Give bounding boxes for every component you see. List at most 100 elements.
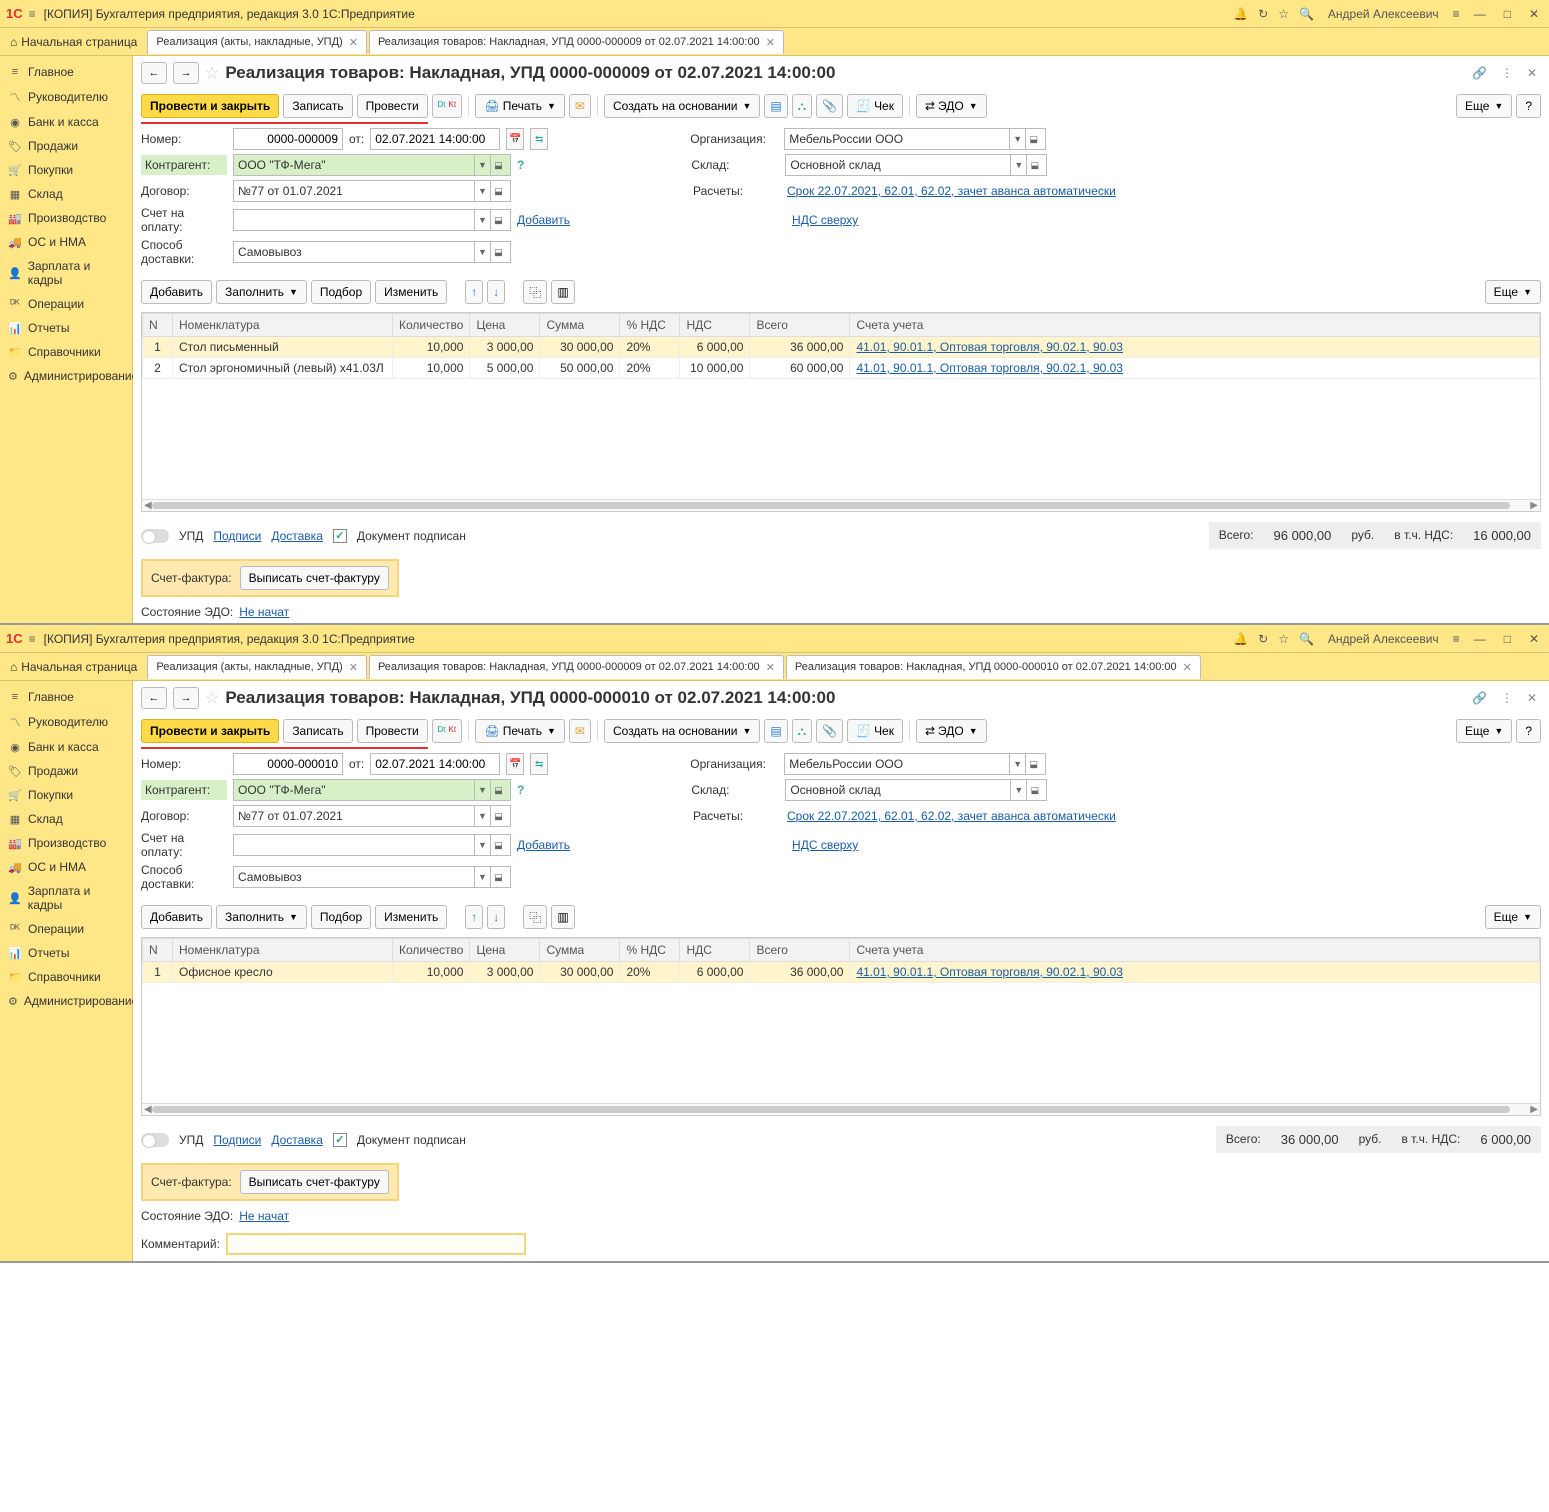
close-icon[interactable]: ✕ xyxy=(1523,66,1541,80)
add-row-button[interactable]: Добавить xyxy=(141,905,212,929)
home-tab[interactable]: ⌂ Начальная страница xyxy=(0,28,147,55)
calendar-icon[interactable]: 📅 xyxy=(506,753,524,775)
sidebar-item-warehouse[interactable]: ▦Склад xyxy=(0,182,132,206)
list-button[interactable]: ▤ xyxy=(764,94,787,118)
post-close-button[interactable]: Провести и закрыть xyxy=(141,719,279,743)
post-button[interactable]: Провести xyxy=(357,719,428,743)
col-nom[interactable]: Номенклатура xyxy=(173,939,393,962)
help-button[interactable]: ? xyxy=(1516,94,1541,118)
kontragent-field[interactable]: ООО "ТФ-Мега"▼⬓ xyxy=(233,154,511,176)
help-button[interactable]: ? xyxy=(1516,719,1541,743)
col-n[interactable]: N xyxy=(143,939,173,962)
search-icon[interactable]: 🔍 xyxy=(1299,7,1314,21)
copy-button[interactable]: ⿻ xyxy=(523,905,547,929)
forward-button[interactable]: → xyxy=(173,687,199,709)
schet-oplata-field[interactable]: ▼⬓ xyxy=(233,209,511,231)
sidebar-item-refs[interactable]: 📁Справочники xyxy=(0,965,132,989)
max-button[interactable]: □ xyxy=(1500,632,1515,646)
bell-icon[interactable]: 🔔 xyxy=(1233,7,1248,21)
sidebar-item-assets[interactable]: 🚚ОС и НМА xyxy=(0,230,132,254)
sidebar-item-warehouse[interactable]: ▦Склад xyxy=(0,807,132,831)
col-sum[interactable]: Сумма xyxy=(540,939,620,962)
min-button[interactable]: — xyxy=(1470,632,1490,646)
col-nds[interactable]: НДС xyxy=(680,939,750,962)
table-row[interactable]: 1 Стол письменный 10,000 3 000,00 30 000… xyxy=(143,337,1540,358)
help-icon[interactable]: ? xyxy=(517,158,524,172)
raschety-link[interactable]: Срок 22.07.2021, 62.01, 62.02, зачет ава… xyxy=(787,809,1116,823)
attach-button[interactable]: 📎 xyxy=(816,719,843,743)
org-field[interactable]: МебельРоссии ООО▼⬓ xyxy=(784,128,1046,150)
attach-button[interactable]: 📎 xyxy=(816,94,843,118)
tab-realizacia-list[interactable]: Реализация (акты, накладные, УПД)✕ xyxy=(147,655,367,679)
col-qty[interactable]: Количество xyxy=(393,939,470,962)
tab-realizacia-list[interactable]: Реализация (акты, накладные, УПД) ✕ xyxy=(147,30,367,54)
sidebar-item-hr[interactable]: 👤Зарплата и кадры xyxy=(0,254,132,292)
dostavka-link[interactable]: Доставка xyxy=(271,1133,323,1147)
close-button[interactable]: ✕ xyxy=(1525,7,1543,21)
back-button[interactable]: ← xyxy=(141,62,167,84)
sidebar-item-main[interactable]: ≡Главное xyxy=(0,685,132,709)
number-field[interactable] xyxy=(233,753,343,775)
sidebar-item-assets[interactable]: 🚚ОС и НМА xyxy=(0,855,132,879)
help-icon[interactable]: ? xyxy=(517,783,524,797)
move-down-button[interactable]: ↓ xyxy=(487,280,505,304)
create-based-button[interactable]: Создать на основании▼ xyxy=(604,94,760,118)
more-button[interactable]: Еще▼ xyxy=(1456,94,1512,118)
sidebar-item-hr[interactable]: 👤Зарплата и кадры xyxy=(0,879,132,917)
post-button[interactable]: Провести xyxy=(357,94,428,118)
col-vat[interactable]: % НДС xyxy=(620,314,680,337)
doc-signed-checkbox[interactable]: ✓ xyxy=(333,1133,347,1147)
col-acc[interactable]: Счета учета xyxy=(850,939,1540,962)
col-total[interactable]: Всего xyxy=(750,939,850,962)
close-icon[interactable]: ✕ xyxy=(349,36,358,49)
select-button[interactable]: Подбор xyxy=(311,905,371,929)
dostavka-link[interactable]: Доставка xyxy=(271,529,323,543)
copy-button[interactable]: ⿻ xyxy=(523,280,547,304)
write-invoice-button[interactable]: Выписать счет-фактуру xyxy=(240,1170,389,1194)
close-icon[interactable]: ✕ xyxy=(766,36,775,49)
col-qty[interactable]: Количество xyxy=(393,314,470,337)
dtkt-button[interactable]: ᴰᵗᴷᵗ xyxy=(432,719,463,743)
history-icon[interactable]: ↻ xyxy=(1258,632,1268,646)
link-icon[interactable]: 🔗 xyxy=(1468,691,1491,705)
settings-icon[interactable]: ≡ xyxy=(1453,632,1460,646)
sposob-field[interactable]: Самовывоз▼⬓ xyxy=(233,241,511,263)
sidebar-item-bank[interactable]: ◉Банк и касса xyxy=(0,735,132,759)
favorite-icon[interactable]: ☆ xyxy=(205,688,219,708)
edo-button[interactable]: ⇄ЭДО▼ xyxy=(916,719,987,743)
print-button[interactable]: 🖨Печать▼ xyxy=(475,719,564,743)
scroll-left-icon[interactable]: ◀ xyxy=(144,500,152,511)
add-link[interactable]: Добавить xyxy=(517,213,570,227)
sidebar-item-production[interactable]: 🏭Производство xyxy=(0,831,132,855)
schet-oplata-field[interactable]: ▼⬓ xyxy=(233,834,511,856)
close-icon[interactable]: ✕ xyxy=(1183,661,1192,674)
paste-button[interactable]: ▥ xyxy=(551,280,574,304)
col-sum[interactable]: Сумма xyxy=(540,314,620,337)
change-button[interactable]: Изменить xyxy=(375,280,447,304)
link-icon[interactable]: 🔗 xyxy=(1468,66,1491,80)
sidebar-item-sales[interactable]: 🏷Продажи xyxy=(0,134,132,158)
sidebar-item-reports[interactable]: 📊Отчеты xyxy=(0,941,132,965)
sync-icon[interactable]: ⇆ xyxy=(530,753,548,775)
close-icon[interactable]: ✕ xyxy=(349,661,358,674)
back-button[interactable]: ← xyxy=(141,687,167,709)
number-field[interactable] xyxy=(233,128,343,150)
scrollbar[interactable]: ◀▶ xyxy=(142,499,1540,511)
fill-button[interactable]: Заполнить▼ xyxy=(216,905,307,929)
sidebar-item-admin[interactable]: ⚙Администрирование xyxy=(0,989,132,1013)
sidebar-item-reports[interactable]: 📊Отчеты xyxy=(0,316,132,340)
more-button[interactable]: Еще▼ xyxy=(1456,719,1512,743)
nds-link[interactable]: НДС сверху xyxy=(792,213,858,227)
paste-button[interactable]: ▥ xyxy=(551,905,574,929)
sync-icon[interactable]: ⇆ xyxy=(530,128,548,150)
max-button[interactable]: □ xyxy=(1500,7,1515,21)
col-price[interactable]: Цена xyxy=(470,314,540,337)
edo-status-link[interactable]: Не начат xyxy=(239,1209,289,1223)
write-invoice-button[interactable]: Выписать счет-фактуру xyxy=(240,566,389,590)
col-nom[interactable]: Номенклатура xyxy=(173,314,393,337)
post-close-button[interactable]: Провести и закрыть xyxy=(141,94,279,118)
add-row-button[interactable]: Добавить xyxy=(141,280,212,304)
more-icon[interactable]: ⋮ xyxy=(1497,691,1517,705)
acc-link[interactable]: 41.01, 90.01.1, Оптовая торговля, 90.02.… xyxy=(856,340,1123,354)
sidebar-item-operations[interactable]: ᴰᴷОперации xyxy=(0,917,132,941)
